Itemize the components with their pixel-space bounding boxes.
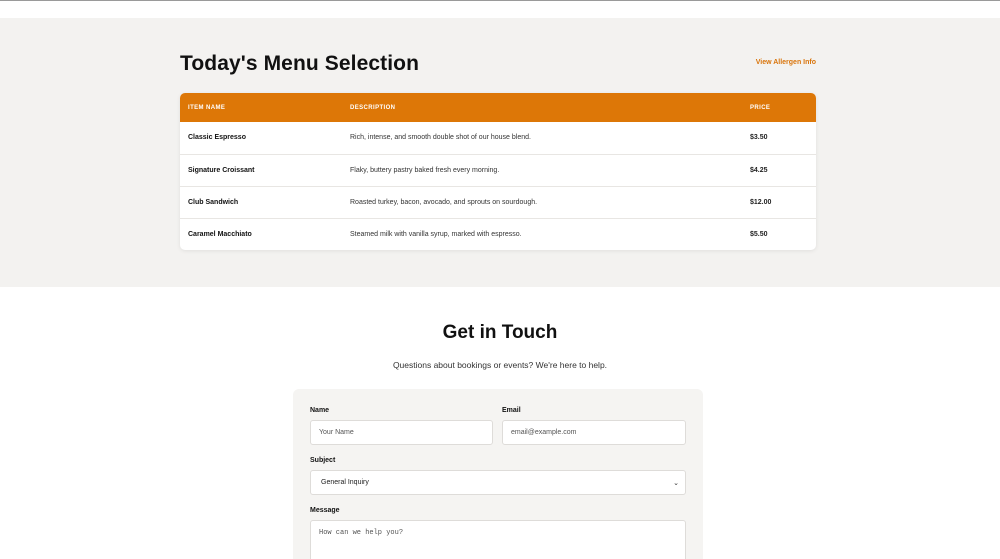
- table-row: Caramel Macchiato Steamed milk with vani…: [180, 218, 816, 250]
- subject-label: Subject: [310, 457, 336, 464]
- menu-table: ITEM NAME DESCRIPTION PRICE Classic Espr…: [180, 93, 816, 250]
- table-row: Club Sandwich Roasted turkey, bacon, avo…: [180, 186, 816, 218]
- menu-table-body: Classic Espresso Rich, intense, and smoo…: [180, 122, 816, 250]
- column-header-price: PRICE: [750, 104, 771, 111]
- column-header-description: DESCRIPTION: [350, 104, 396, 111]
- item-price: $5.50: [750, 230, 768, 238]
- header-row: ITEM NAME DESCRIPTION PRICE: [180, 93, 816, 122]
- item-name: Signature Croissant: [188, 166, 255, 174]
- item-description: Flaky, buttery pastry baked fresh every …: [350, 166, 500, 174]
- item-price: $12.00: [750, 198, 772, 206]
- menu-title: Today's Menu Selection: [180, 52, 420, 75]
- subject-value: General Inquiry: [321, 479, 369, 486]
- contact-form: Name Your Name Email email@example.com S…: [293, 389, 703, 559]
- menu-table-card: ITEM NAME DESCRIPTION PRICE Classic Espr…: [180, 93, 816, 250]
- top-border: [0, 0, 1000, 18]
- item-name: Club Sandwich: [188, 198, 239, 206]
- email-label: Email: [502, 407, 521, 414]
- item-description: Rich, intense, and smooth double shot of…: [350, 134, 531, 142]
- chevron-down-icon: ⌄: [673, 479, 679, 487]
- contact-section: Get in Touch Questions about bookings or…: [0, 287, 1000, 559]
- name-input[interactable]: Your Name: [310, 420, 493, 445]
- subject-select[interactable]: General Inquiry ⌄: [310, 470, 686, 495]
- item-description: Steamed milk with vanilla syrup, marked …: [350, 230, 522, 238]
- message-textarea[interactable]: How can we help you?: [310, 520, 686, 559]
- name-label: Name: [310, 407, 330, 414]
- item-price: $3.50: [750, 134, 768, 142]
- item-description: Roasted turkey, bacon, avocado, and spro…: [350, 198, 538, 206]
- column-header-item-name: ITEM NAME: [188, 104, 226, 111]
- message-label: Message: [310, 507, 340, 514]
- item-price: $4.25: [750, 166, 768, 174]
- menu-table-header: ITEM NAME DESCRIPTION PRICE: [180, 93, 816, 122]
- allergen-info-link[interactable]: View Allergen Info: [756, 59, 816, 66]
- item-name: Caramel Macchiato: [188, 230, 252, 238]
- email-input[interactable]: email@example.com: [502, 420, 686, 445]
- contact-title: Get in Touch: [442, 322, 558, 343]
- table-row: Classic Espresso Rich, intense, and smoo…: [180, 122, 816, 154]
- item-name: Classic Espresso: [188, 134, 246, 142]
- menu-header: Today's Menu Selection View Allergen Inf…: [180, 18, 816, 93]
- contact-subtitle: Questions about bookings or events? We'r…: [392, 360, 608, 370]
- menu-section: Today's Menu Selection View Allergen Inf…: [0, 18, 1000, 287]
- menu-container: Today's Menu Selection View Allergen Inf…: [180, 18, 816, 250]
- table-row: Signature Croissant Flaky, buttery pastr…: [180, 154, 816, 186]
